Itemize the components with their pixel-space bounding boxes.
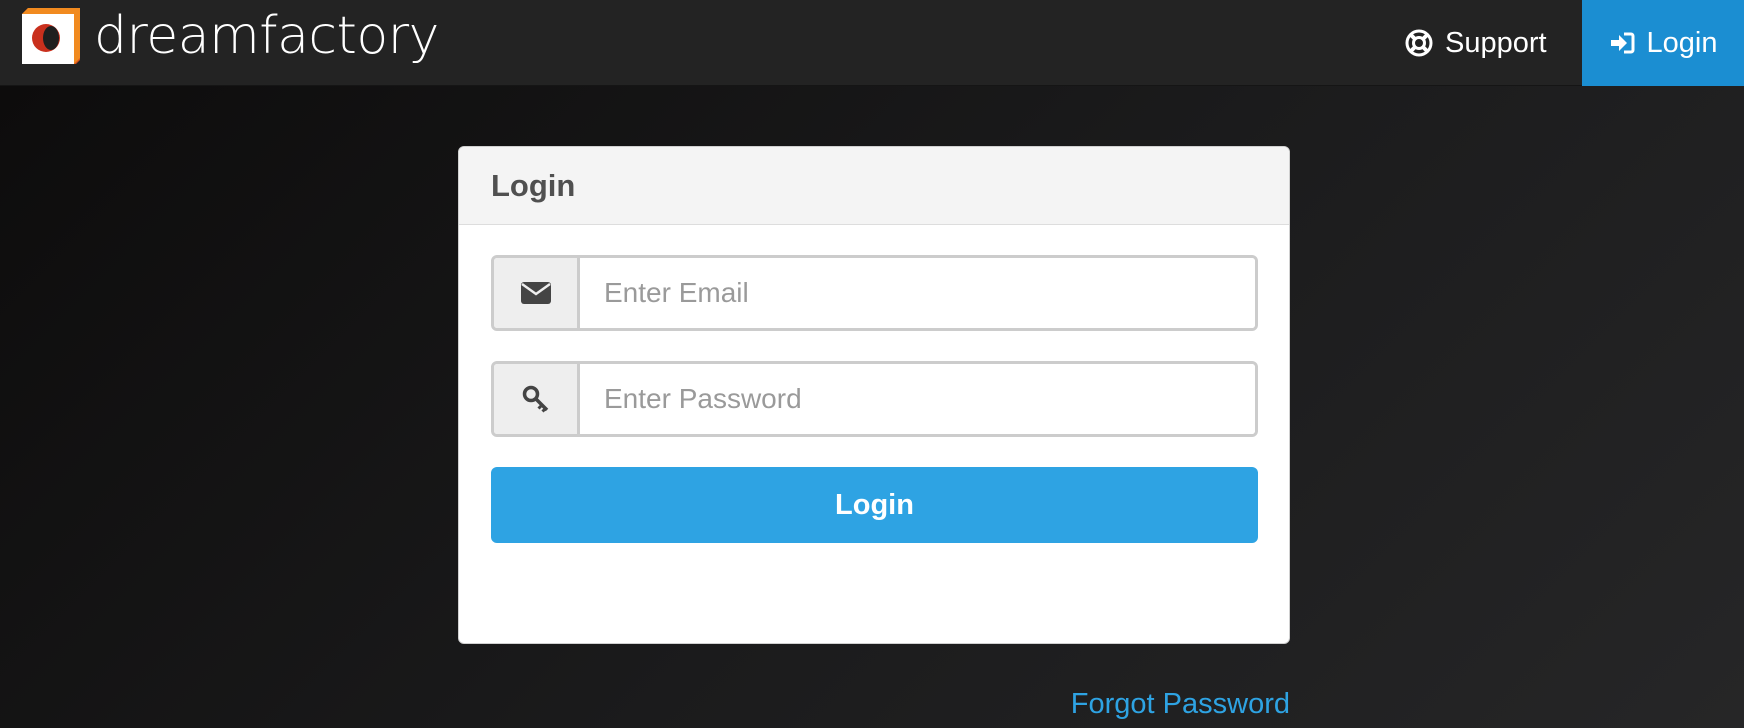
forgot-password-link[interactable]: Forgot Password <box>1071 688 1290 721</box>
dreamfactory-logo-icon <box>22 8 80 64</box>
key-icon <box>522 385 548 413</box>
password-input-group <box>491 361 1258 437</box>
top-navbar: dreamfactory Support Login <box>0 0 1744 86</box>
sign-in-icon <box>1610 32 1635 54</box>
email-input-group <box>491 255 1258 331</box>
nav-support-link[interactable]: Support <box>1405 0 1547 86</box>
email-addon <box>494 258 580 328</box>
envelope-icon <box>520 282 551 304</box>
nav-support-label: Support <box>1445 26 1547 59</box>
email-field[interactable] <box>580 258 1255 328</box>
panel-title: Login <box>491 167 576 203</box>
login-panel: Login Login <box>458 146 1290 644</box>
brand-name: dreamfactory <box>94 6 439 66</box>
panel-heading: Login <box>459 147 1289 225</box>
nav-login-label: Login <box>1646 26 1718 59</box>
lifebuoy-icon <box>1405 29 1433 57</box>
brand[interactable]: dreamfactory <box>22 8 439 64</box>
login-button[interactable]: Login <box>491 467 1258 543</box>
nav-login-button[interactable]: Login <box>1582 0 1744 86</box>
password-addon <box>494 364 580 434</box>
password-field[interactable] <box>580 364 1255 434</box>
